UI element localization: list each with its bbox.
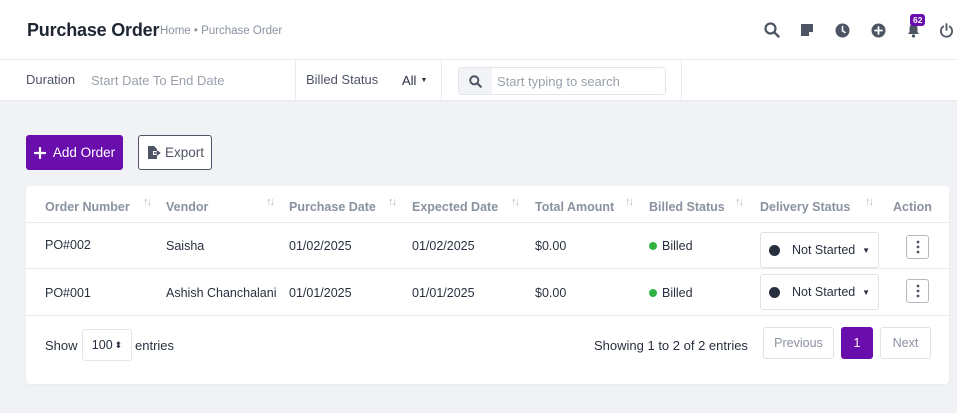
- page-1-button[interactable]: 1: [841, 327, 873, 359]
- add-circle-icon[interactable]: [868, 20, 888, 40]
- orders-table-card: Order Number ↑↓ Vendor ↑↓ Purchase Date …: [26, 186, 949, 384]
- previous-page-button[interactable]: Previous: [763, 327, 834, 359]
- status-dot: [649, 289, 657, 297]
- col-billed-status[interactable]: Billed Status: [649, 200, 725, 214]
- col-delivery-status[interactable]: Delivery Status: [760, 200, 850, 214]
- search-input[interactable]: [492, 68, 664, 94]
- billed-status-text: Billed: [662, 239, 693, 253]
- show-label: Show: [45, 338, 78, 353]
- duration-label: Duration: [26, 72, 76, 87]
- export-label: Export: [164, 145, 205, 160]
- notification-badge: 62: [910, 14, 926, 26]
- total-amount-cell: $0.00: [535, 286, 567, 300]
- power-icon[interactable]: [936, 20, 956, 40]
- page-size-select[interactable]: 100 ⬍: [82, 329, 132, 361]
- billed-status-label: Billed Status: [306, 72, 379, 87]
- expected-date-cell: 01/01/2025: [412, 286, 475, 300]
- sort-icon[interactable]: ↑↓: [865, 196, 874, 208]
- divider: [681, 60, 682, 101]
- purchase-date-cell: 01/02/2025: [289, 239, 352, 253]
- col-action: Action: [893, 200, 932, 214]
- header-icons: 62: [762, 14, 957, 40]
- billed-status-text: Billed: [662, 286, 693, 300]
- date-range-input[interactable]: Start Date To End Date: [91, 73, 224, 88]
- more-vertical-icon: [916, 240, 919, 254]
- col-purchase-date[interactable]: Purchase Date: [289, 200, 376, 214]
- search-icon[interactable]: [762, 20, 782, 40]
- more-vertical-icon: [916, 284, 919, 298]
- expected-date-cell: 01/02/2025: [412, 239, 475, 253]
- col-total-amount[interactable]: Total Amount: [535, 200, 614, 214]
- vendor-cell: Ashish Chanchalani: [166, 286, 277, 300]
- col-vendor[interactable]: Vendor: [166, 200, 208, 214]
- page-title: Purchase Order: [27, 20, 160, 40]
- delivery-status-select[interactable]: Not Started ▼: [760, 274, 879, 310]
- export-button[interactable]: Export: [138, 135, 212, 170]
- add-order-button[interactable]: Add Order: [26, 135, 123, 170]
- delivery-status-value: Not Started: [792, 243, 856, 257]
- filter-bar: Duration Start Date To End Date Billed S…: [0, 60, 957, 101]
- col-order-number[interactable]: Order Number: [45, 200, 130, 214]
- entries-label: entries: [135, 338, 175, 353]
- page-size-value: 100: [91, 338, 113, 352]
- billed-status-value: All: [402, 73, 417, 88]
- table-header: Order Number ↑↓ Vendor ↑↓ Purchase Date …: [26, 186, 949, 223]
- clock-icon[interactable]: [832, 20, 852, 40]
- order-number-cell[interactable]: PO#001: [45, 286, 91, 300]
- sort-icon[interactable]: ↑↓: [511, 196, 520, 208]
- total-amount-cell: $0.00: [535, 239, 567, 253]
- search-icon[interactable]: [459, 68, 492, 94]
- row-actions-button[interactable]: [906, 279, 929, 303]
- billed-status-cell: Billed: [649, 286, 693, 300]
- search-box: [458, 67, 666, 95]
- divider: [441, 60, 442, 101]
- status-dot: [769, 244, 780, 256]
- breadcrumb[interactable]: Home • Purchase Order: [160, 25, 282, 37]
- col-expected-date[interactable]: Expected Date: [412, 200, 498, 214]
- add-order-label: Add Order: [52, 145, 116, 160]
- sticky-note-icon[interactable]: [797, 20, 817, 40]
- status-dot: [769, 286, 780, 298]
- showing-entries-text: Showing 1 to 2 of 2 entries: [594, 338, 748, 353]
- status-dot: [649, 242, 657, 250]
- caret-down-icon: ▼: [862, 287, 870, 297]
- table-row: PO#002 Saisha 01/02/2025 01/02/2025 $0.0…: [26, 223, 949, 269]
- sort-icon[interactable]: ↑↓: [143, 196, 152, 208]
- divider: [295, 60, 296, 101]
- sort-icon[interactable]: ↑↓: [735, 196, 744, 208]
- plus-icon: [33, 146, 46, 159]
- caret-down-icon: ▼: [420, 77, 428, 84]
- billed-status-select[interactable]: All ▼: [402, 73, 427, 88]
- sort-icon[interactable]: ↑↓: [625, 196, 634, 208]
- top-header: Purchase Order Home • Purchase Order 62: [0, 0, 957, 60]
- file-export-icon: [147, 146, 161, 159]
- updown-icon: ⬍: [114, 339, 123, 350]
- billed-status-cell: Billed: [649, 239, 693, 253]
- order-number-cell[interactable]: PO#002: [45, 238, 91, 252]
- bell-icon[interactable]: 62: [903, 14, 926, 40]
- caret-down-icon: ▼: [862, 245, 870, 255]
- purchase-date-cell: 01/01/2025: [289, 286, 352, 300]
- table-row: PO#001 Ashish Chanchalani 01/01/2025 01/…: [26, 270, 949, 316]
- sort-icon[interactable]: ↑↓: [388, 196, 397, 208]
- delivery-status-select[interactable]: Not Started ▼: [760, 232, 879, 268]
- delivery-status-value: Not Started: [792, 285, 856, 299]
- next-page-button[interactable]: Next: [880, 327, 931, 359]
- row-actions-button[interactable]: [906, 235, 929, 259]
- sort-icon[interactable]: ↑↓: [266, 196, 275, 208]
- vendor-cell: Saisha: [166, 239, 205, 253]
